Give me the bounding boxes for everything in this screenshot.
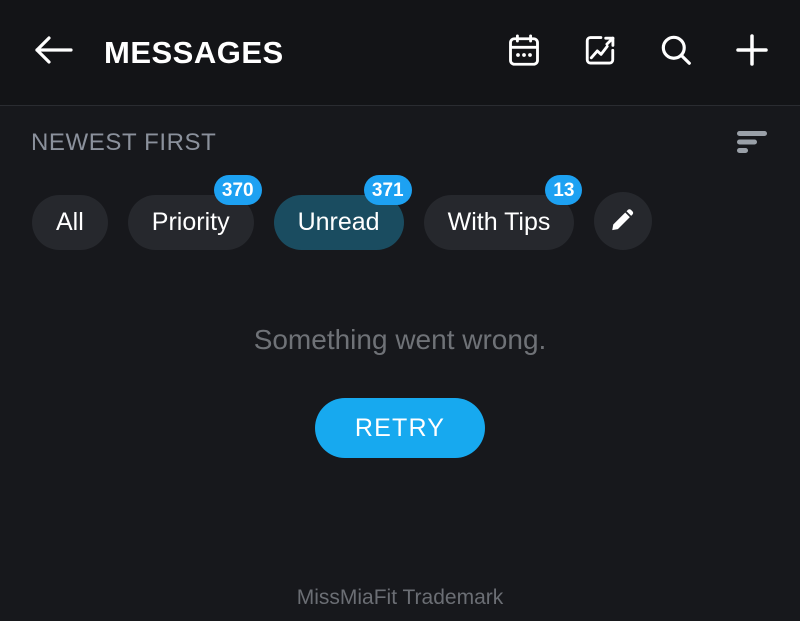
- calendar-button[interactable]: [502, 31, 546, 75]
- sort-filter-button[interactable]: [728, 121, 776, 165]
- filter-chip-all[interactable]: All: [32, 195, 108, 250]
- filter-chip-row: All Priority 370 Unread 371 With Tips 13: [0, 175, 800, 258]
- chip-label: With Tips: [447, 208, 551, 236]
- back-button[interactable]: [30, 29, 78, 77]
- sort-filter-icon: [735, 127, 769, 160]
- filter-chip-unread[interactable]: Unread 371: [273, 175, 412, 250]
- chip-label: Priority: [151, 208, 230, 236]
- page-title: MESSAGES: [104, 35, 284, 70]
- app-bar: MESSAGES: [0, 0, 800, 106]
- plus-icon: [732, 30, 772, 75]
- error-message: Something went wrong.: [253, 324, 547, 355]
- filter-chip-priority[interactable]: Priority 370: [127, 175, 262, 250]
- chip-label: All: [56, 208, 84, 236]
- chip-badge-count: 371: [363, 175, 412, 205]
- sort-row: NEWEST FIRST: [0, 106, 800, 180]
- chip-badge-count: 13: [545, 175, 583, 205]
- app-bar-actions: [502, 31, 774, 75]
- trademark-label: MissMiaFit Trademark: [296, 586, 504, 609]
- photo-insights-icon: [582, 32, 618, 73]
- arrow-left-icon: [34, 33, 74, 72]
- content-area: Something went wrong. RETRY: [0, 258, 800, 587]
- messages-screen: MESSAGES NEWEST FIRST All Priority 370 U…: [0, 0, 800, 621]
- media-insights-button[interactable]: [578, 31, 622, 75]
- chip-label: Unread: [297, 208, 380, 236]
- chip-badge-count: 370: [213, 175, 262, 205]
- footer: MissMiaFit Trademark: [0, 587, 800, 621]
- edit-filters-button[interactable]: [594, 192, 653, 250]
- filter-chip-with-tips[interactable]: With Tips 13: [423, 175, 583, 250]
- sort-order-label[interactable]: NEWEST FIRST: [31, 131, 216, 155]
- search-button[interactable]: [654, 31, 698, 75]
- new-message-button[interactable]: [730, 31, 774, 75]
- retry-button[interactable]: RETRY: [314, 398, 486, 458]
- calendar-icon: [506, 32, 542, 73]
- pencil-icon: [608, 204, 638, 239]
- search-icon: [657, 31, 695, 74]
